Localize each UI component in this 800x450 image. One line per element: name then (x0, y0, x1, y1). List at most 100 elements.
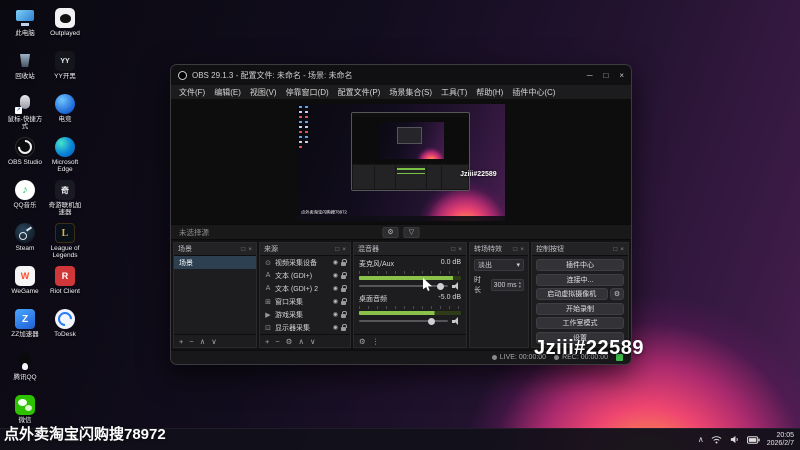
popout-icon[interactable]: □ (335, 246, 339, 253)
close-icon[interactable]: × (248, 246, 252, 253)
todesk-icon (55, 309, 75, 329)
desktop-icon-qiyou[interactable]: 奇游联机加速器 (46, 180, 84, 216)
move-source-down-button[interactable]: ∨ (310, 337, 316, 346)
move-source-up-button[interactable]: ∧ (299, 337, 305, 346)
source-filters-button[interactable]: ▽ (403, 226, 420, 238)
desktop-icon-this-pc[interactable]: 此电脑 (6, 8, 44, 44)
popout-icon[interactable]: □ (451, 246, 455, 253)
lock-icon[interactable] (341, 271, 347, 279)
desktop-icon-qq-music[interactable]: QQ音乐 (6, 180, 44, 216)
desktop-icon-todesk[interactable]: ToDesk (46, 309, 84, 345)
source-row[interactable]: ▶ 游戏采集 ◉ (260, 308, 350, 321)
popout-icon[interactable]: □ (613, 246, 617, 253)
visibility-eye-icon[interactable]: ◉ (333, 324, 338, 331)
lock-icon[interactable] (341, 258, 347, 266)
menu-scene-collection[interactable]: 场景集合(S) (389, 87, 432, 98)
wifi-icon[interactable] (711, 434, 722, 445)
add-scene-button[interactable]: + (179, 337, 183, 346)
desktop-icon-esports[interactable]: 电竞 (46, 94, 84, 130)
plugin-center-button[interactable]: 插件中心 (536, 259, 624, 271)
obs-window[interactable]: OBS 29.1.3 - 配置文件: 未命名 - 场景: 未命名 ─ □ × 文… (170, 64, 632, 365)
spinner-down-icon[interactable]: ▾ (519, 284, 521, 289)
move-scene-up-button[interactable]: ∧ (200, 337, 206, 346)
studio-mode-button[interactable]: 工作室模式 (536, 317, 624, 329)
scenes-panel: 场景 □ × 场景 + − ∧ ∨ (173, 242, 257, 348)
duration-spinbox[interactable]: 300 ms ▴ ▾ (490, 279, 524, 291)
lock-icon[interactable] (341, 323, 347, 331)
desktop-icon-yy[interactable]: YY开黑 (46, 51, 84, 87)
maximize-icon[interactable]: □ (603, 71, 608, 80)
source-properties-button[interactable]: ⚙ (382, 226, 399, 238)
close-icon[interactable]: × (342, 246, 346, 253)
speaker-icon[interactable] (452, 317, 461, 325)
desktop-icon-league-of-legends[interactable]: League of Legends (46, 223, 84, 259)
desktop-icon-wegame[interactable]: WeGame (6, 266, 44, 302)
volume-slider[interactable] (359, 282, 448, 290)
taskbar-clock[interactable]: 20:05 2026/2/7 (767, 432, 794, 448)
volume-slider-knob[interactable] (427, 317, 435, 325)
source-name: 窗口采集 (275, 298, 303, 306)
close-icon[interactable]: × (619, 71, 624, 80)
volume-slider[interactable] (359, 317, 448, 325)
desktop-icon-obs-studio[interactable]: OBS Studio (6, 137, 44, 173)
desktop-icon-outplayed[interactable]: Outplayed (46, 8, 84, 44)
source-row[interactable]: ⊞ 窗口采集 ◉ (260, 295, 350, 308)
close-icon[interactable]: × (458, 246, 462, 253)
obs-titlebar[interactable]: OBS 29.1.3 - 配置文件: 未命名 - 场景: 未命名 ─ □ × (171, 65, 631, 85)
transition-selected: 淡出 (478, 262, 492, 269)
visibility-eye-icon[interactable]: ◉ (333, 259, 338, 266)
lock-icon[interactable] (341, 284, 347, 292)
scene-list-item[interactable]: 场景 (174, 256, 256, 269)
volume-slider-knob[interactable] (437, 282, 445, 290)
volume-meter (359, 311, 461, 315)
desktop-icon-mouse-shortcut[interactable]: 鼠标-快捷方式 (6, 94, 44, 130)
menu-help[interactable]: 帮助(H) (476, 87, 503, 98)
visibility-eye-icon[interactable]: ◉ (333, 298, 338, 305)
desktop-icons-column-1: 此电脑 回收站 鼠标-快捷方式 OBS Studio QQ音乐 Steam We… (6, 8, 44, 431)
transition-select[interactable]: 淡出 ▾ (474, 259, 524, 271)
minimize-icon[interactable]: ─ (587, 71, 593, 80)
desktop-icon-riot-client[interactable]: Riot Client (46, 266, 84, 302)
source-properties-gear-icon[interactable]: ⚙ (286, 337, 293, 346)
move-scene-down-button[interactable]: ∨ (211, 337, 217, 346)
popout-icon[interactable]: □ (241, 246, 245, 253)
streaming-connecting-button[interactable]: 连接中... (536, 273, 624, 286)
watermark-text: Jziii#22589 (534, 337, 645, 359)
battery-icon[interactable] (746, 435, 760, 444)
remove-scene-button[interactable]: − (189, 337, 193, 346)
visibility-eye-icon[interactable]: ◉ (333, 285, 338, 292)
volume-icon[interactable] (729, 434, 740, 445)
menu-file[interactable]: 文件(F) (179, 87, 205, 98)
popout-icon[interactable]: □ (513, 246, 517, 253)
start-recording-button[interactable]: 开始录制 (536, 302, 624, 315)
desktop-icon-recycle-bin[interactable]: 回收站 (6, 51, 44, 87)
mixer-more-icon[interactable]: ⋮ (372, 337, 380, 346)
visibility-eye-icon[interactable]: ◉ (333, 311, 338, 318)
menu-tools[interactable]: 工具(T) (441, 87, 467, 98)
mixer-settings-gear-icon[interactable]: ⚙ (359, 337, 366, 346)
menu-edit[interactable]: 编辑(E) (214, 87, 241, 98)
virtual-camera-settings-button[interactable]: ⚙ (610, 288, 624, 300)
lock-icon[interactable] (341, 297, 347, 305)
desktop-icon-tencent-qq[interactable]: 腾讯QQ (6, 352, 44, 388)
add-source-button[interactable]: + (265, 337, 269, 346)
menu-plugin-center[interactable]: 插件中心(C) (512, 87, 555, 98)
close-icon[interactable]: × (620, 246, 624, 253)
close-icon[interactable]: × (520, 246, 524, 253)
virtual-camera-button[interactable]: 启动虚拟摄像机 (536, 288, 608, 300)
remove-source-button[interactable]: − (275, 337, 279, 346)
menu-docks[interactable]: 停靠窗口(D) (286, 87, 329, 98)
menu-profile[interactable]: 配置文件(P) (338, 87, 381, 98)
visibility-eye-icon[interactable]: ◉ (333, 272, 338, 279)
source-row[interactable]: ⊡ 显示器采集 ◉ (260, 321, 350, 334)
source-row[interactable]: ⊙ 视频采集设备 ◉ (260, 256, 350, 269)
source-row[interactable]: A 文本 (GDI+) ◉ (260, 269, 350, 282)
menu-view[interactable]: 视图(V) (250, 87, 277, 98)
desktop-icon-zz-accelerator[interactable]: ZZ加速器 (6, 309, 44, 345)
desktop-icon-edge[interactable]: Microsoft Edge (46, 137, 84, 173)
source-row[interactable]: A 文本 (GDI+) 2 ◉ (260, 282, 350, 295)
speaker-icon[interactable] (452, 282, 461, 290)
desktop-icon-steam[interactable]: Steam (6, 223, 44, 259)
lock-icon[interactable] (341, 310, 347, 318)
tray-chevron-up-icon[interactable]: ∧ (698, 435, 704, 444)
